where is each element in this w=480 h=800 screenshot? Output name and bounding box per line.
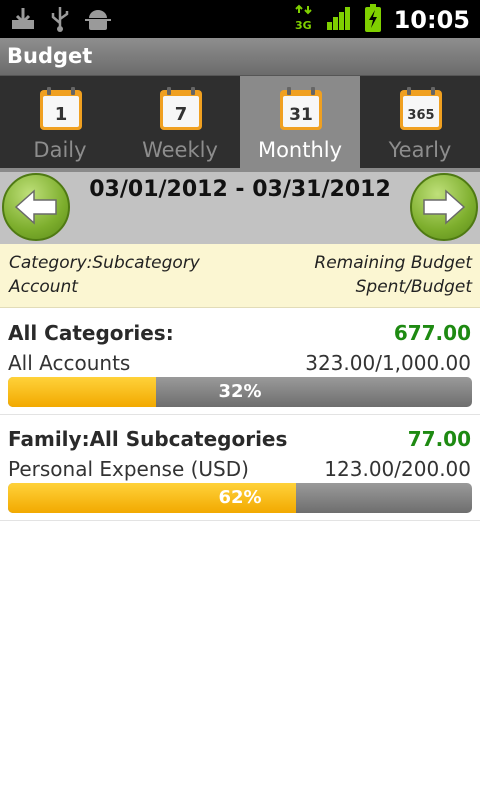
progress-percent: 62% — [218, 487, 262, 508]
arrow-right-icon — [423, 189, 466, 225]
svg-text:365: 365 — [407, 108, 434, 123]
spent-budget: 123.00/200.00 — [324, 457, 471, 481]
svg-text:7: 7 — [175, 104, 188, 125]
header-category-label: Category:Subcategory — [9, 253, 200, 273]
category-name: Family:All Subcategories — [8, 427, 288, 451]
period-tabs: 1 Daily 7 Weekly 31 Monthly 365 Yearly — [0, 76, 480, 168]
account-name: All Accounts — [8, 351, 131, 375]
category-name: All Categories: — [8, 321, 174, 345]
tab-label: Yearly — [388, 138, 452, 162]
header-remaining-label: Remaining Budget — [314, 253, 472, 273]
next-period-button[interactable] — [410, 173, 478, 241]
date-range: 03/01/2012 - 03/31/2012 — [89, 177, 391, 202]
account-name: Personal Expense (USD) — [8, 457, 249, 481]
usb-icon — [50, 5, 70, 37]
progress-percent: 32% — [218, 381, 262, 402]
svg-text:31: 31 — [289, 105, 313, 125]
app-title: Budget — [7, 44, 93, 68]
calendar-icon: 7 — [160, 87, 202, 130]
list-header: Category:Subcategory Account Remaining B… — [0, 244, 480, 308]
calendar-icon: 31 — [280, 87, 322, 130]
remaining-budget: 77.00 — [407, 427, 471, 451]
android-debug-icon — [84, 6, 112, 36]
tab-daily[interactable]: 1 Daily — [0, 76, 120, 168]
tab-monthly[interactable]: 31 Monthly — [240, 76, 360, 168]
status-bar: 3G 10:05 — [0, 0, 480, 38]
svg-text:3G: 3G — [295, 19, 312, 32]
budget-item[interactable]: All Categories: 677.00 All Accounts 323.… — [0, 309, 480, 415]
tab-label: Monthly — [257, 138, 343, 162]
network-3g-icon: 3G — [294, 4, 314, 36]
svg-text:1: 1 — [55, 104, 68, 125]
calendar-icon: 1 — [40, 87, 82, 130]
header-account-label: Account — [9, 277, 78, 297]
signal-icon — [326, 6, 352, 34]
battery-charging-icon — [364, 4, 382, 36]
tab-label: Weekly — [142, 138, 218, 162]
tab-yearly[interactable]: 365 Yearly — [360, 76, 480, 168]
budget-progress-bar: 62% — [8, 483, 472, 513]
tab-label: Daily — [33, 138, 87, 162]
spent-budget: 323.00/1,000.00 — [305, 351, 471, 375]
date-navigation: 03/01/2012 - 03/31/2012 — [0, 172, 480, 244]
budget-item[interactable]: Family:All Subcategories 77.00 Personal … — [0, 415, 480, 521]
calendar-icon: 365 — [400, 87, 442, 130]
tab-weekly[interactable]: 7 Weekly — [120, 76, 240, 168]
clock-time: 10:05 — [393, 6, 470, 34]
download-icon — [10, 6, 36, 36]
remaining-budget: 677.00 — [393, 321, 471, 345]
budget-progress-bar: 32% — [8, 377, 472, 407]
app-title-bar: Budget — [0, 38, 480, 76]
header-spent-label: Spent/Budget — [355, 277, 472, 297]
